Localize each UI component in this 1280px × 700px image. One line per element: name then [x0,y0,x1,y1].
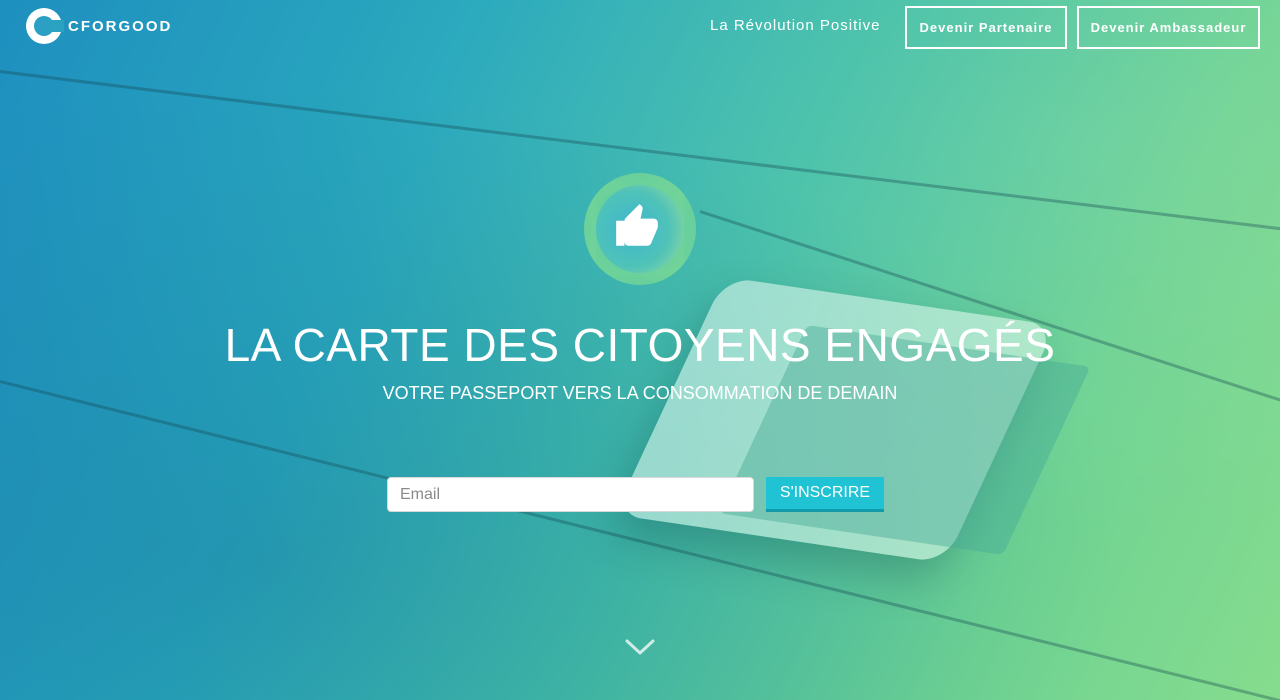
signup-submit-button[interactable]: S'INSCRIRE [766,477,884,512]
cforgood-logo-icon [26,8,64,44]
become-partner-button[interactable]: Devenir Partenaire [905,6,1067,49]
nav-tagline-link[interactable]: La Révolution Positive [710,17,880,34]
chevron-down-icon[interactable] [625,637,655,657]
thumbs-up-icon [616,204,658,246]
hero-subtitle: VOTRE PASSEPORT VERS LA CONSOMMATION DE … [382,383,898,403]
brand-logo[interactable]: CFORGOOD [26,8,172,44]
hero-title: LA CARTE DES CITOYENS ENGAGÉS [224,319,1056,371]
brand-name: CFORGOOD [68,17,173,35]
email-field[interactable] [387,477,754,512]
become-ambassador-button[interactable]: Devenir Ambassadeur [1077,6,1260,49]
